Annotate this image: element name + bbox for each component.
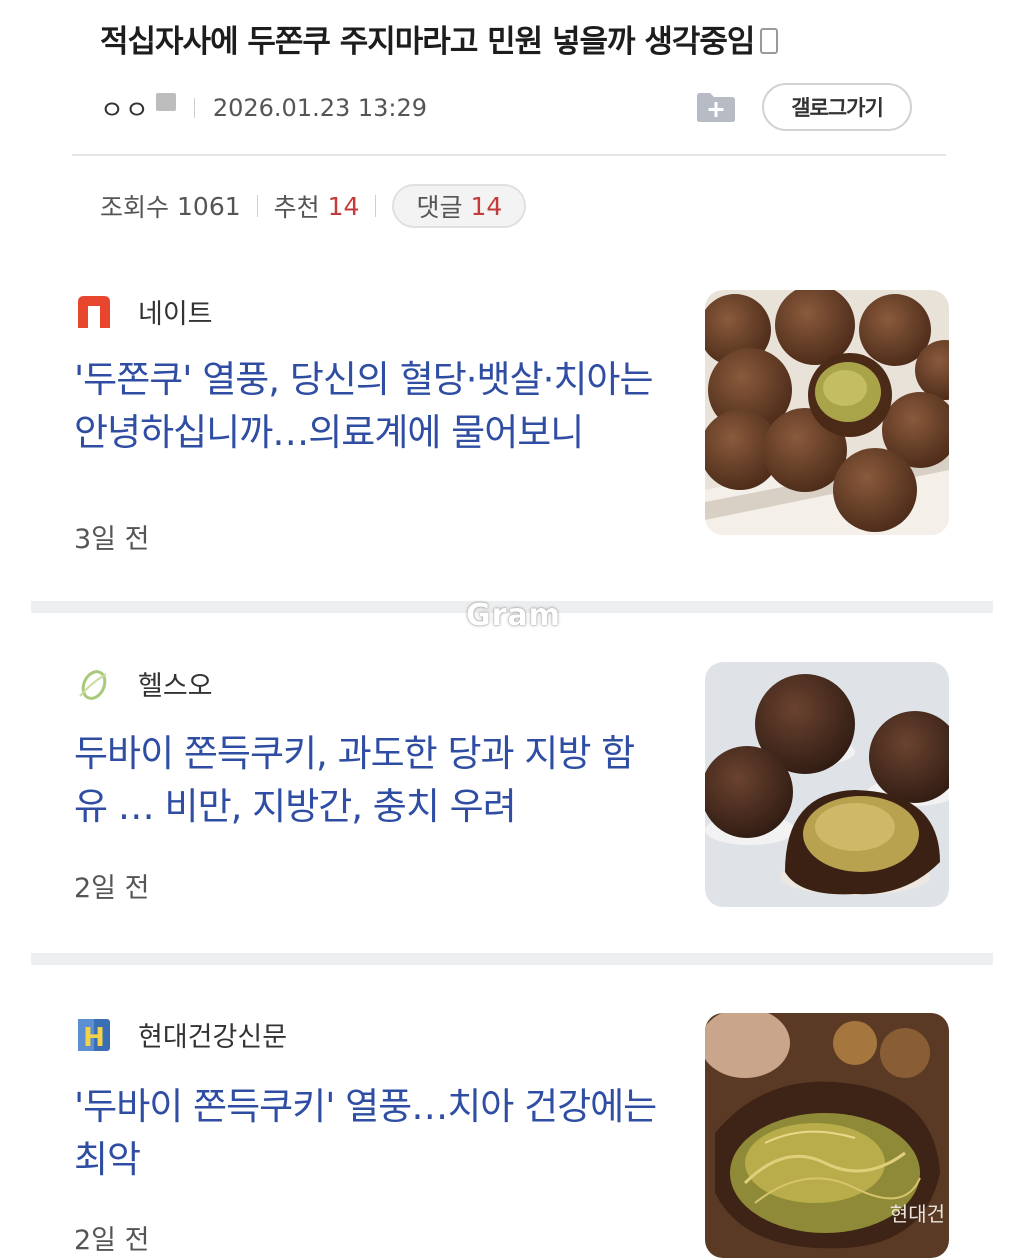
- source-name: 네이트: [138, 299, 213, 330]
- views-label: 조회수: [100, 193, 170, 222]
- pistachio-filling-image: 현대건: [705, 1013, 949, 1258]
- hyundai-health-logo-icon: H: [78, 1018, 110, 1053]
- header-divider: [72, 154, 946, 156]
- fixed-nick-icon: [155, 93, 176, 111]
- recommend-label: 추천: [273, 193, 320, 222]
- post-title-text: 적십자사에 두쫀쿠 주지마라고 민원 넣을까 생각중임: [100, 24, 755, 60]
- news-source: 헬스오: [76, 664, 213, 703]
- news-headline[interactable]: 두바이 쫀득쿠키, 과도한 당과 지방 함유 … 비만, 지방간, 충치 우려: [74, 727, 664, 833]
- gallog-button[interactable]: 갤로그가기: [762, 83, 912, 131]
- news-source: H 현대건강신문: [76, 1015, 287, 1054]
- news-thumbnail[interactable]: [705, 662, 949, 907]
- watermark-text: Gram: [466, 598, 561, 633]
- views-count: 1061: [177, 191, 241, 221]
- news-source: 네이트: [76, 292, 213, 331]
- section-divider: [31, 953, 993, 965]
- add-folder-icon[interactable]: [695, 90, 737, 124]
- comments-label: 댓글: [416, 193, 463, 222]
- post-header: 적십자사에 두쫀쿠 주지마라고 민원 넣을까 생각중임 ㅇㅇ 2026.01.2…: [0, 0, 1024, 250]
- news-headline[interactable]: '두바이 쫀득쿠키' 열풍…치아 건강에는 최악: [74, 1080, 664, 1186]
- post-date: 2026.01.23 13:29: [212, 94, 428, 122]
- stats-divider: [375, 195, 377, 217]
- news-thumbnail[interactable]: 현대건: [705, 1013, 949, 1258]
- stats-divider: [256, 195, 258, 217]
- comments-count: 14: [470, 191, 503, 221]
- mobile-phone-icon: [760, 27, 779, 54]
- post-meta: ㅇㅇ 2026.01.23 13:29: [100, 88, 427, 128]
- post-stats: 조회수 1061 추천 14 댓글 14: [100, 183, 527, 229]
- meta-divider: [193, 98, 195, 118]
- source-name: 헬스오: [138, 671, 213, 702]
- thumbnail-caption: 현대건: [890, 1202, 945, 1226]
- news-time: 2일 전: [74, 1225, 150, 1256]
- source-name: 현대건강신문: [138, 1022, 288, 1053]
- news-time: 2일 전: [74, 873, 150, 904]
- post-title: 적십자사에 두쫀쿠 주지마라고 민원 넣을까 생각중임: [100, 16, 779, 61]
- news-headline[interactable]: '두쫀쿠' 열풍, 당신의 혈당·뱃살·치아는 안녕하십니까…의료계에 물어보니: [74, 353, 664, 459]
- dubai-cookie-image: [705, 662, 949, 907]
- nate-logo-icon: [78, 295, 110, 328]
- comments-button[interactable]: 댓글 14: [392, 184, 527, 228]
- author-name[interactable]: ㅇㅇ: [100, 90, 150, 127]
- recommend-count: 14: [327, 191, 360, 221]
- chocolate-truffle-image: [705, 290, 949, 535]
- news-thumbnail[interactable]: [705, 290, 949, 535]
- svg-text:H: H: [83, 1023, 105, 1053]
- news-time: 3일 전: [74, 524, 150, 555]
- healtho-logo-icon: [79, 669, 107, 700]
